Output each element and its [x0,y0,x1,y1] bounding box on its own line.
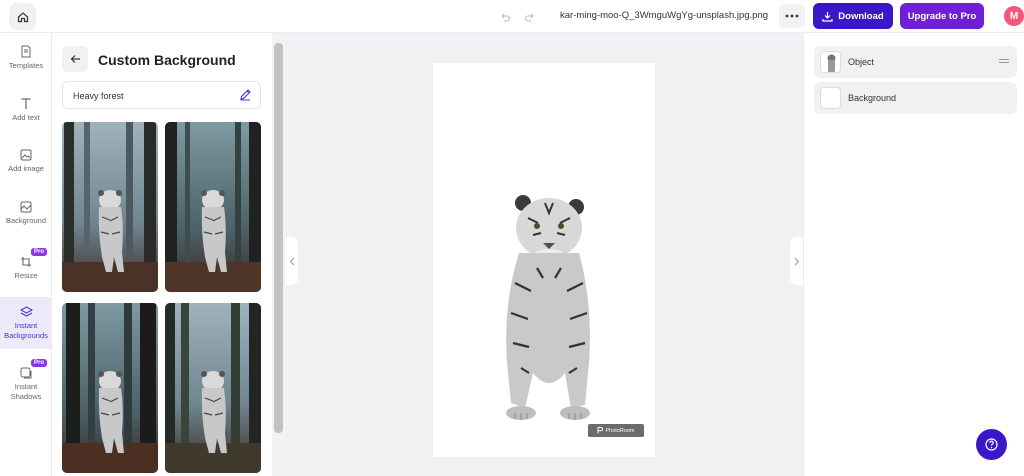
more-options-button[interactable] [779,4,805,28]
pro-badge: Pro [31,359,48,367]
shadow-icon [20,367,32,379]
layer-label: Background [848,93,897,103]
collapse-right-panel-button[interactable] [790,237,803,285]
rail-item-instant-shadows[interactable]: Pro Instant Shadows [0,359,52,409]
layers-panel: Object Background [803,33,1024,476]
undo-button[interactable] [497,9,513,25]
layers-icon [19,306,33,317]
tool-rail: Templates Add text Add image Background … [0,33,52,476]
watermark-text: PhotoRoom [605,427,635,434]
rail-item-add-image[interactable]: Add image [0,149,52,189]
drag-handle-icon[interactable] [999,58,1009,64]
rail-label: Add image [8,164,44,173]
help-button[interactable] [976,429,1007,460]
rail-item-templates[interactable]: Templates [0,45,52,85]
prompt-field[interactable]: Heavy forest [62,81,261,109]
top-bar: kar-ming-moo-Q_3WmguWgYg-unsplash.jpg.pn… [0,0,1024,33]
rail-label: Background [5,216,47,225]
prompt-value: Heavy forest [73,91,124,101]
redo-button[interactable] [522,9,538,25]
background-option[interactable] [62,303,158,473]
photoroom-watermark: PhotoRoom [588,424,644,437]
more-icon [785,14,799,18]
download-icon [822,11,833,22]
chevron-right-icon [794,257,799,265]
rail-label: Resize [14,271,38,280]
avatar[interactable]: M [1004,6,1024,26]
chevron-left-icon [289,257,294,265]
photoroom-logo-icon [597,427,604,434]
upgrade-to-pro-button[interactable]: Upgrade to Pro [900,3,984,29]
rail-label: Instant Backgrounds [4,321,48,340]
undo-icon [501,13,511,22]
document-icon [21,45,31,58]
tiger-thumbnail-image [821,52,840,72]
tiger-cutout[interactable] [433,63,655,457]
forest-tiger-image [62,122,158,292]
layer-thumbnail [820,87,841,109]
rail-label: Add text [12,113,40,122]
rail-item-add-text[interactable]: Add text [0,97,52,137]
layer-thumbnail [820,51,841,73]
arrow-left-icon [70,55,80,63]
rail-label: Templates [8,61,44,70]
forest-tiger-image [165,122,261,292]
collapse-left-panel-button[interactable] [285,237,298,285]
home-button[interactable] [9,3,36,30]
rail-item-instant-backgrounds[interactable]: Instant Backgrounds [0,297,52,349]
custom-background-panel: Custom Background Heavy forest [52,33,285,476]
crop-icon [21,257,31,267]
download-label: Download [838,10,884,22]
layer-background[interactable]: Background [814,82,1017,114]
background-option[interactable] [165,122,261,292]
background-icon [20,201,32,213]
forest-tiger-image [165,303,261,473]
background-option[interactable] [62,122,158,292]
text-icon [21,98,31,109]
panel-title: Custom Background [98,52,236,68]
image-icon [20,149,32,161]
panel-scrollbar[interactable] [272,33,285,476]
artboard[interactable] [433,63,655,457]
rail-item-resize[interactable]: Pro Resize [0,248,52,294]
layer-object[interactable]: Object [814,46,1017,78]
pro-badge: Pro [31,248,48,256]
layer-label: Object [848,57,875,67]
rail-item-background[interactable]: Background [0,201,52,241]
help-icon [985,438,998,451]
redo-icon [524,13,534,22]
download-button[interactable]: Download [813,3,893,29]
background-option[interactable] [165,303,261,473]
forest-tiger-image [62,303,158,473]
home-icon [17,11,28,22]
pencil-icon[interactable] [239,88,252,101]
scrollbar-thumb[interactable] [274,43,283,433]
file-name: kar-ming-moo-Q_3WmguWgYg-unsplash.jpg.pn… [560,10,769,21]
back-button[interactable] [62,46,88,72]
rail-label: Instant Shadows [10,382,42,401]
